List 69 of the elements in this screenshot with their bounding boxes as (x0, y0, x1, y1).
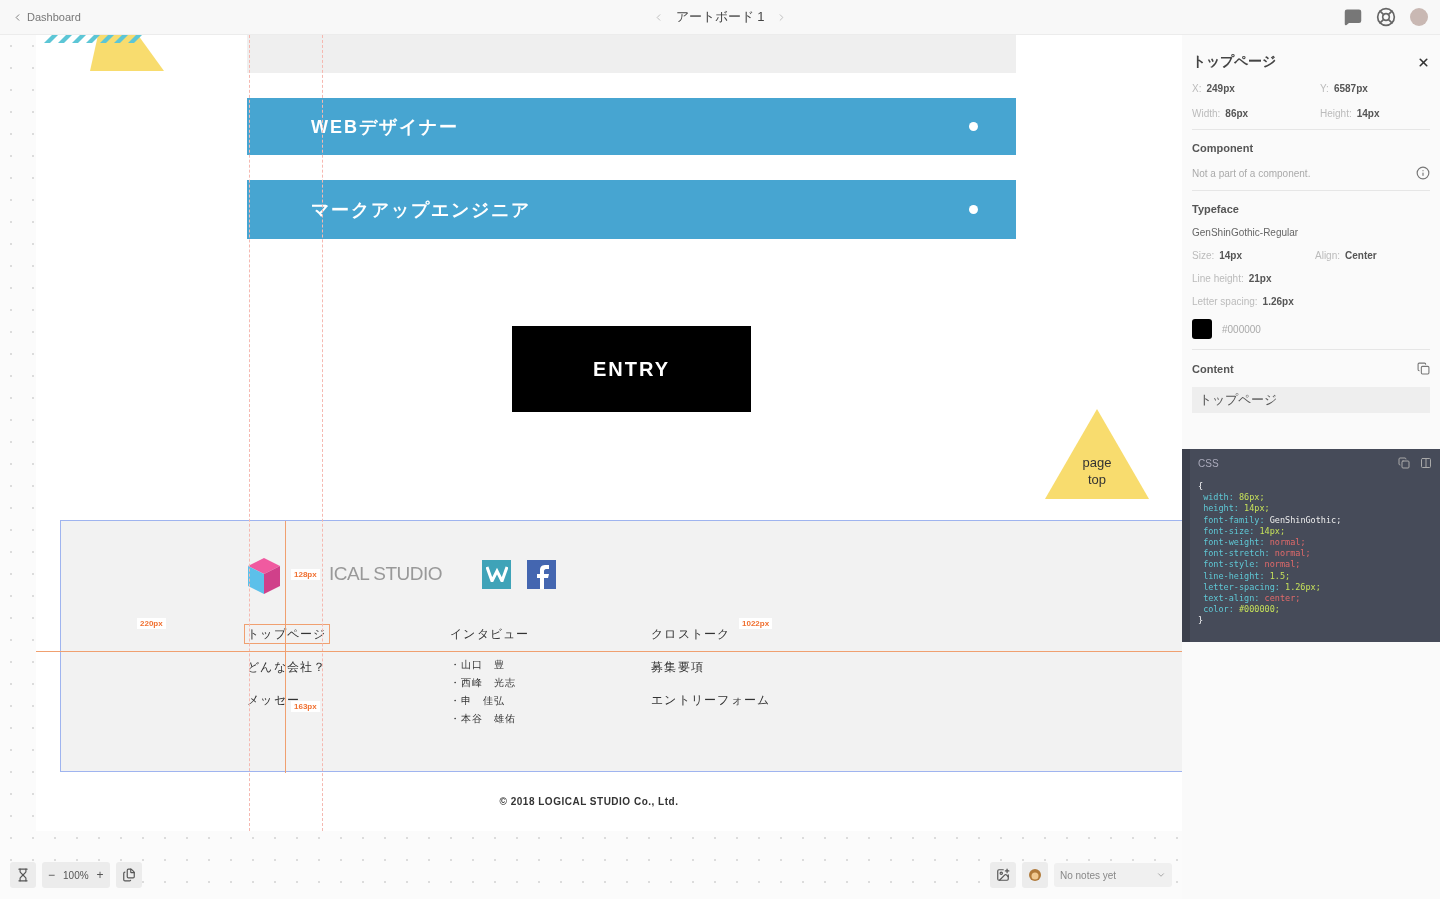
copyright-text: © 2018 LOGICAL STUDIO Co., Ltd. (499, 796, 679, 807)
hourglass-icon (16, 868, 30, 882)
property-text: Y: 6587px (1320, 83, 1369, 94)
artboard-name: アートボード 1 (675, 8, 765, 26)
component-note: Not a part of a component. (1192, 167, 1311, 179)
css-heading: CSS (1198, 457, 1219, 469)
page-top-text[interactable]: top (1087, 471, 1107, 488)
logo-text: ICAL STUDIO (329, 563, 443, 585)
measurement-label: 128px (291, 569, 320, 580)
inspector-title: トップページ (1192, 53, 1276, 71)
footer-sub-link[interactable]: ・本谷 雄佑 (450, 710, 651, 728)
code-line: height: 14px; (1202, 503, 1271, 515)
color-hex: #000000 (1222, 323, 1261, 335)
entry-button[interactable]: ENTRY (512, 326, 751, 412)
copy-icon[interactable] (1398, 457, 1410, 469)
pages-button[interactable] (115, 862, 142, 888)
section-heading: Typeface (1192, 203, 1240, 215)
facebook-icon[interactable] (527, 559, 557, 589)
info-icon[interactable] (1416, 166, 1430, 180)
hourglass-button[interactable] (10, 862, 36, 888)
notes-field[interactable]: No notes yet (1054, 863, 1172, 887)
pages-icon (121, 868, 136, 882)
code-line: font-family: GenShinGothic; (1202, 514, 1343, 526)
copy-icon[interactable] (1417, 362, 1430, 375)
zoom-level: 100% (63, 869, 89, 881)
footer-link[interactable]: 募集要項 (651, 660, 705, 693)
code-line: { (1198, 481, 1205, 493)
close-icon[interactable] (1417, 55, 1430, 69)
section-heading: Component (1192, 142, 1255, 154)
dot-icon (969, 205, 978, 214)
help-icon[interactable] (1376, 7, 1396, 27)
add-image-button[interactable] (990, 862, 1016, 888)
measurement-label: 220px (137, 618, 166, 629)
zoom-in-button[interactable]: + (94, 868, 106, 882)
property-text: Align: Center (1315, 250, 1378, 261)
add-image-icon (996, 868, 1010, 882)
font-name: GenShinGothic-Regular (1192, 227, 1300, 238)
code-line: font-size: 14px; (1202, 525, 1287, 537)
code-line: line-height: 1.5; (1202, 570, 1292, 582)
w-logo-icon[interactable] (482, 559, 512, 589)
code-line: font-style: normal; (1202, 559, 1302, 571)
footer-sub-link[interactable]: ・西峰 光志 (450, 674, 651, 692)
color-swatch[interactable] (1192, 319, 1212, 339)
dot-icon (969, 122, 978, 131)
measurement-label: 163px (291, 701, 320, 712)
section-heading: Content (1192, 362, 1234, 375)
layout-icon[interactable] (1420, 457, 1432, 469)
code-line: font-stretch: normal; (1202, 548, 1312, 560)
code-line: width: 86px; (1202, 492, 1266, 504)
footer-link[interactable]: エントリーフォーム (651, 693, 771, 726)
code-line: text-align: center; (1202, 593, 1302, 605)
page-top-text[interactable]: page (1082, 454, 1112, 471)
footer-link[interactable]: クロストーク (651, 627, 731, 660)
property-text: Letter spacing: 1.26px (1192, 296, 1295, 307)
zoom-out-button[interactable]: − (46, 868, 57, 882)
footer-sub-link[interactable]: ・申 佳弘 (450, 692, 651, 710)
comment-icon[interactable] (1344, 8, 1362, 26)
code-line: letter-spacing: 1.26px; (1202, 581, 1322, 594)
code-line: font-weight: normal; (1202, 537, 1307, 549)
property-text: Height: 14px (1320, 108, 1381, 119)
property-text: Width: 86px (1192, 108, 1250, 119)
content-field[interactable]: トップページ (1192, 387, 1430, 413)
property-text: Size: 14px (1192, 250, 1244, 261)
code-line: } (1198, 615, 1205, 627)
property-text: X: 249px (1192, 83, 1236, 94)
code-line: color: #000000; (1202, 604, 1281, 616)
back-link[interactable]: Dashboard (12, 11, 81, 23)
measurement-label: 1022px (739, 618, 773, 629)
property-text: Line height: 21px (1192, 273, 1273, 284)
